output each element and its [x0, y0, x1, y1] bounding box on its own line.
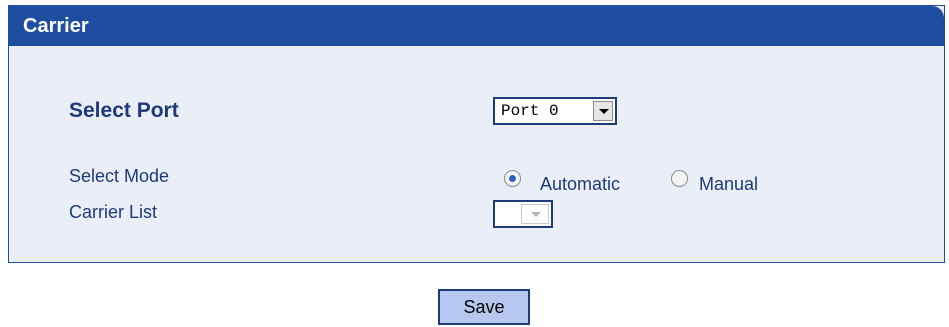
radio-automatic-label: Automatic [540, 174, 621, 194]
carrier-list-label: Carrier List [69, 202, 158, 222]
carrier-list-dropdown[interactable] [493, 200, 553, 228]
radio-automatic[interactable] [504, 170, 521, 187]
select-port-value: Port 0 [501, 102, 559, 120]
save-button[interactable]: Save [438, 289, 530, 325]
panel-title: Carrier [23, 15, 89, 37]
chevron-down-icon[interactable] [593, 101, 613, 121]
chevron-down-icon [521, 204, 549, 224]
select-port-label: Select Port [69, 99, 179, 122]
select-port-dropdown[interactable]: Port 0 [493, 97, 617, 125]
radio-manual-label: Manual [699, 174, 759, 194]
panel-header: Carrier [9, 6, 944, 46]
radio-manual[interactable] [671, 170, 688, 187]
carrier-panel: Carrier Select Port Port 0 Select Mode A… [8, 5, 945, 263]
select-mode-label: Select Mode [69, 166, 170, 186]
